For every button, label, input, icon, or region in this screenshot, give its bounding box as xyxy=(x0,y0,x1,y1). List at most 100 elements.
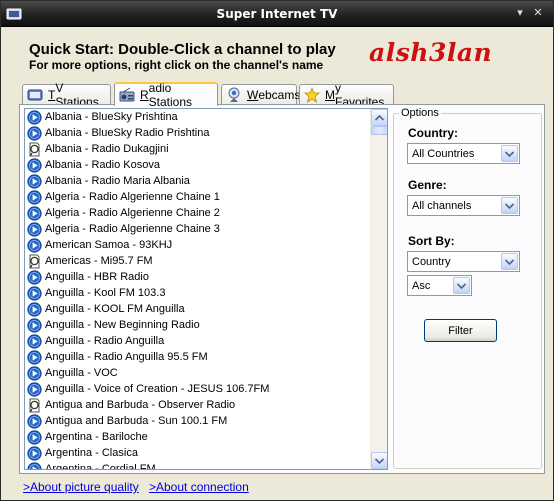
sort-order-select[interactable]: Asc xyxy=(407,275,472,296)
list-item[interactable]: Anguilla - Kool FM 103.3 xyxy=(25,285,371,301)
station-name: Anguilla - Voice of Creation - JESUS 106… xyxy=(45,383,270,395)
scroll-thumb[interactable] xyxy=(371,126,387,135)
about-connection-link[interactable]: >About connection xyxy=(149,480,249,494)
sort-by-select[interactable]: Country xyxy=(407,251,520,272)
webcam-icon xyxy=(228,87,240,102)
list-item[interactable]: Anguilla - Voice of Creation - JESUS 106… xyxy=(25,381,371,397)
list-item[interactable]: Albania - Radio Kosova xyxy=(25,157,371,173)
close-button[interactable]: ✕ xyxy=(531,6,545,20)
station-name: Argentina - Cordial FM xyxy=(45,463,156,470)
unknown-format-icon xyxy=(29,254,40,268)
tab-webcams[interactable]: Webcams xyxy=(221,84,301,105)
list-item[interactable]: American Samoa - 93KHJ xyxy=(25,237,371,253)
sort-by-value: Country xyxy=(412,255,451,268)
list-item[interactable]: Argentina - Clasica xyxy=(25,445,371,461)
station-name: Albania - Radio Kosova xyxy=(45,159,160,171)
minimize-button[interactable]: ▾ xyxy=(513,6,527,20)
filter-button[interactable]: Filter xyxy=(424,319,497,342)
country-dropdown-button[interactable] xyxy=(501,145,518,162)
tab-webcams-mnemonic: W xyxy=(247,88,259,102)
station-name: Algeria - Radio Algerienne Chaine 1 xyxy=(45,191,220,203)
windows-media-icon xyxy=(27,429,42,445)
station-name: Anguilla - Radio Anguilla 95.5 FM xyxy=(45,351,208,363)
list-item[interactable]: Algeria - Radio Algerienne Chaine 3 xyxy=(25,221,371,237)
sort-order-value: Asc xyxy=(412,279,431,292)
tab-webcams-label: ebcams xyxy=(258,88,301,102)
country-label: Country: xyxy=(408,126,458,140)
station-name: Albania - BlueSky Prishtina xyxy=(45,111,178,123)
list-item[interactable]: Albania - BlueSky Radio Prishtina xyxy=(25,125,371,141)
list-item[interactable]: Anguilla - HBR Radio xyxy=(25,269,371,285)
genre-dropdown-button[interactable] xyxy=(501,197,518,214)
tab-radio-stations[interactable]: Radio Stations xyxy=(114,81,218,109)
scroll-down-button[interactable] xyxy=(371,452,387,469)
list-item[interactable]: Anguilla - VOC xyxy=(25,365,371,381)
station-name: Anguilla - Radio Anguilla xyxy=(45,335,165,347)
windows-media-icon xyxy=(27,205,42,221)
sort-by-dropdown-button[interactable] xyxy=(501,253,518,270)
tab-tv-mnemonic: T xyxy=(48,88,56,102)
tab-tv-stations[interactable]: TV Stations xyxy=(22,81,111,109)
country-select[interactable]: All Countries xyxy=(407,143,520,164)
list-item[interactable]: Albania - Radio Dukagjini xyxy=(25,141,371,157)
country-value: All Countries xyxy=(412,147,475,160)
station-list[interactable]: Albania - BlueSky Prishtina Albania - Blu… xyxy=(24,108,388,470)
station-name: Antigua and Barbuda - Sun 100.1 FM xyxy=(45,415,228,427)
sort-order-dropdown-button[interactable] xyxy=(453,277,470,294)
genre-select[interactable]: All channels xyxy=(407,195,520,216)
unknown-format-icon xyxy=(29,142,40,156)
sort-by-label: Sort By: xyxy=(408,234,455,248)
about-picture-quality-link[interactable]: >About picture quality xyxy=(23,480,139,494)
station-name: Anguilla - HBR Radio xyxy=(45,271,149,283)
windows-media-icon xyxy=(27,349,42,365)
window-title: Super Internet TV xyxy=(216,7,338,21)
options-group: Options Country: All Countries Genre: Al… xyxy=(393,107,542,469)
radio-stations-panel: Albania - BlueSky Prishtina Albania - Blu… xyxy=(19,104,545,474)
station-name: Americas - Mi95.7 FM xyxy=(45,255,153,267)
list-item[interactable]: Anguilla - New Beginning Radio xyxy=(25,317,371,333)
title-bar[interactable]: Super Internet TV ▾ ✕ xyxy=(1,1,553,27)
app-window: Super Internet TV ▾ ✕ Quick Start: Doubl… xyxy=(0,0,554,501)
list-item[interactable]: Albania - Radio Maria Albania xyxy=(25,173,371,189)
station-name: Anguilla - Kool FM 103.3 xyxy=(45,287,166,299)
list-item[interactable]: Antigua and Barbuda - Observer Radio xyxy=(25,397,371,413)
chevron-down-icon xyxy=(505,258,514,265)
list-item[interactable]: Algeria - Radio Algerienne Chaine 1 xyxy=(25,189,371,205)
list-item[interactable]: Anguilla - Radio Anguilla xyxy=(25,333,371,349)
station-name: Albania - BlueSky Radio Prishtina xyxy=(45,127,210,139)
station-list-scrollbar[interactable] xyxy=(370,109,387,469)
scroll-up-button[interactable] xyxy=(371,109,387,126)
more-options-hint: For more options, right click on the cha… xyxy=(29,58,324,72)
windows-media-icon xyxy=(27,333,42,349)
station-name: Albania - Radio Maria Albania xyxy=(45,175,190,187)
tv-icon xyxy=(27,89,43,101)
brand-logo: alsh3lan xyxy=(369,38,493,67)
genre-value: All channels xyxy=(412,199,472,212)
list-item[interactable]: Argentina - Bariloche xyxy=(25,429,371,445)
station-name: Algeria - Radio Algerienne Chaine 2 xyxy=(45,207,220,219)
windows-media-icon xyxy=(27,221,42,237)
windows-media-icon xyxy=(27,237,42,253)
genre-label: Genre: xyxy=(408,178,447,192)
list-item[interactable]: Anguilla - KOOL FM Anguilla xyxy=(25,301,371,317)
chevron-down-icon xyxy=(505,202,514,209)
radio-icon xyxy=(119,87,135,102)
tab-my-favorites[interactable]: My Favorites xyxy=(299,81,394,109)
list-item[interactable]: Americas - Mi95.7 FM xyxy=(25,253,371,269)
station-name: Albania - Radio Dukagjini xyxy=(45,143,169,155)
list-item[interactable]: Antigua and Barbuda - Sun 100.1 FM xyxy=(25,413,371,429)
windows-media-icon xyxy=(27,413,42,429)
list-item[interactable]: Albania - BlueSky Prishtina xyxy=(25,109,371,125)
list-item[interactable]: Algeria - Radio Algerienne Chaine 2 xyxy=(25,205,371,221)
chevron-down-icon xyxy=(375,457,384,464)
station-name: Anguilla - KOOL FM Anguilla xyxy=(45,303,185,315)
windows-media-icon xyxy=(27,461,42,469)
list-item[interactable]: Anguilla - Radio Anguilla 95.5 FM xyxy=(25,349,371,365)
station-name: Anguilla - New Beginning Radio xyxy=(45,319,200,331)
station-name: Anguilla - VOC xyxy=(45,367,118,379)
list-item[interactable]: Argentina - Cordial FM xyxy=(25,461,371,470)
station-name: American Samoa - 93KHJ xyxy=(45,239,173,251)
windows-media-icon xyxy=(27,445,42,461)
windows-media-icon xyxy=(27,317,42,333)
windows-media-icon xyxy=(27,269,42,285)
